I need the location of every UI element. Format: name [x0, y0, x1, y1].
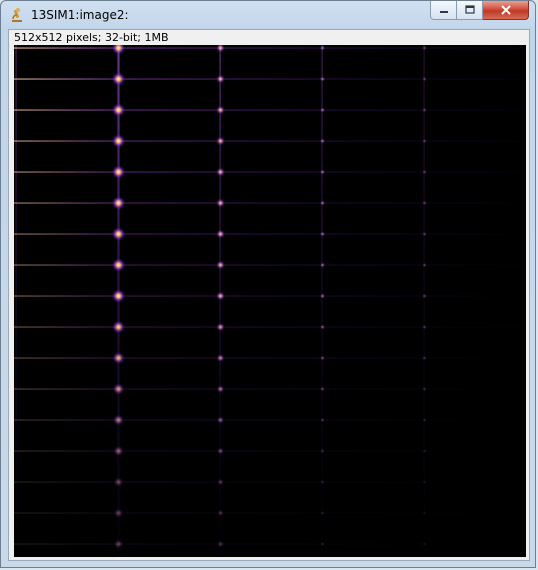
spectrum-peak — [113, 538, 124, 550]
spectrum-peak — [422, 386, 427, 392]
spectrum-row-line — [14, 543, 526, 545]
spectrum-peak — [112, 382, 125, 396]
spectrum-peak — [422, 479, 427, 485]
minimize-icon — [439, 11, 448, 13]
spectrum-peak — [113, 507, 124, 519]
spectrum-peak — [421, 200, 428, 206]
caption-buttons — [430, 1, 529, 21]
spectrum-peak — [215, 260, 226, 270]
spectrum-row-line — [14, 357, 526, 359]
spectrum-peak — [215, 167, 226, 177]
spectrum-peak — [215, 198, 226, 208]
spectrum-peak — [320, 448, 325, 454]
spectrum-peak — [112, 414, 125, 426]
spectrum-row-line — [14, 78, 526, 80]
spectrum-peak — [215, 229, 226, 239]
spectrum-peak — [215, 105, 226, 115]
maximize-icon — [464, 5, 475, 14]
spectrum-peak — [215, 74, 226, 84]
window-title: 13SIM1:image2: — [31, 8, 129, 22]
spectrum-row-line — [14, 202, 526, 204]
spectrum-peak — [319, 45, 326, 51]
image-canvas[interactable] — [14, 45, 526, 557]
spectrum-peak — [319, 76, 326, 82]
window-content: 512x512 pixels; 32-bit; 1MB — [8, 29, 530, 561]
image-info-label: 512x512 pixels; 32-bit; 1MB — [14, 31, 169, 44]
spectrum-peak — [113, 476, 124, 488]
spectrum-peak — [421, 138, 428, 144]
spectrum-row-line — [14, 47, 526, 49]
image-window: 13SIM1:image2: 512x512 pixels; 32-bit; 1… — [0, 0, 536, 568]
spectrum-row-line — [14, 171, 526, 173]
spectrum-peak — [421, 76, 428, 82]
close-icon — [500, 5, 511, 15]
spectrum-peak — [217, 509, 224, 517]
spectrum-peak — [421, 293, 428, 299]
spectrum-peak — [422, 510, 427, 516]
spectrum-peak — [111, 227, 126, 241]
spectrum-row-line — [14, 109, 526, 111]
spectrum-peak — [422, 541, 427, 547]
spectrum-peak — [422, 324, 427, 330]
spectrum-row-line — [14, 264, 526, 266]
spectrum-row-line — [14, 450, 526, 452]
spectrum-peak — [319, 386, 326, 392]
spectrum-peak — [111, 165, 126, 179]
spectrum-row-line — [14, 512, 526, 514]
imagej-microscope-icon — [9, 7, 25, 23]
spectrum-peak — [215, 291, 226, 301]
spectrum-peak — [319, 324, 326, 330]
close-button[interactable] — [483, 1, 529, 20]
spectrum-row-line — [14, 388, 526, 390]
spectrum-peak — [111, 196, 126, 210]
spectrum-peak — [320, 541, 325, 547]
spectrum-peak — [319, 293, 326, 299]
spectrum-peak — [216, 416, 225, 424]
maximize-button[interactable] — [457, 1, 483, 20]
spectrum-peak — [422, 355, 427, 361]
spectrum-peak — [421, 169, 428, 175]
spectrum-peak — [319, 169, 326, 175]
spectrum-peak — [111, 320, 126, 334]
spectrum-row-line — [14, 326, 526, 328]
spectrum-peak — [111, 103, 126, 117]
spectrum-row-line — [14, 140, 526, 142]
spectrum-peak — [320, 510, 325, 516]
spectrum-peak — [319, 107, 326, 113]
spectrum-row-line — [14, 481, 526, 483]
spectrum-peak — [319, 138, 326, 144]
spectrum-peak — [216, 322, 225, 332]
spectrum-peak — [421, 262, 428, 268]
spectrum-peak — [421, 45, 428, 51]
spectrum-row-line — [14, 295, 526, 297]
spectrum-peak — [216, 353, 225, 363]
minimize-button[interactable] — [430, 1, 457, 20]
spectrum-peak — [217, 540, 224, 548]
spectrum-image — [14, 45, 526, 557]
spectrum-peak — [113, 445, 124, 457]
spectrum-peak — [216, 384, 225, 394]
spectrum-peak — [112, 351, 125, 365]
spectrum-peak — [421, 231, 428, 237]
spectrum-peak — [422, 448, 427, 454]
spectrum-peak — [319, 262, 326, 268]
title-bar[interactable]: 13SIM1:image2: — [1, 1, 535, 29]
spectrum-peak — [111, 134, 126, 148]
spectrum-column-line — [15, 45, 17, 557]
spectrum-peak — [320, 479, 325, 485]
spectrum-peak — [216, 478, 225, 486]
spectrum-peak — [111, 72, 126, 86]
spectrum-peak — [216, 447, 225, 455]
spectrum-peak — [319, 231, 326, 237]
spectrum-peak — [421, 107, 428, 113]
spectrum-peak — [422, 417, 427, 423]
spectrum-peak — [111, 289, 126, 303]
spectrum-peak — [215, 136, 226, 146]
spectrum-peak — [111, 258, 126, 272]
spectrum-peak — [319, 200, 326, 206]
spectrum-row-line — [14, 233, 526, 235]
spectrum-peak — [320, 417, 325, 423]
spectrum-peak — [319, 355, 326, 361]
spectrum-row-line — [14, 419, 526, 421]
